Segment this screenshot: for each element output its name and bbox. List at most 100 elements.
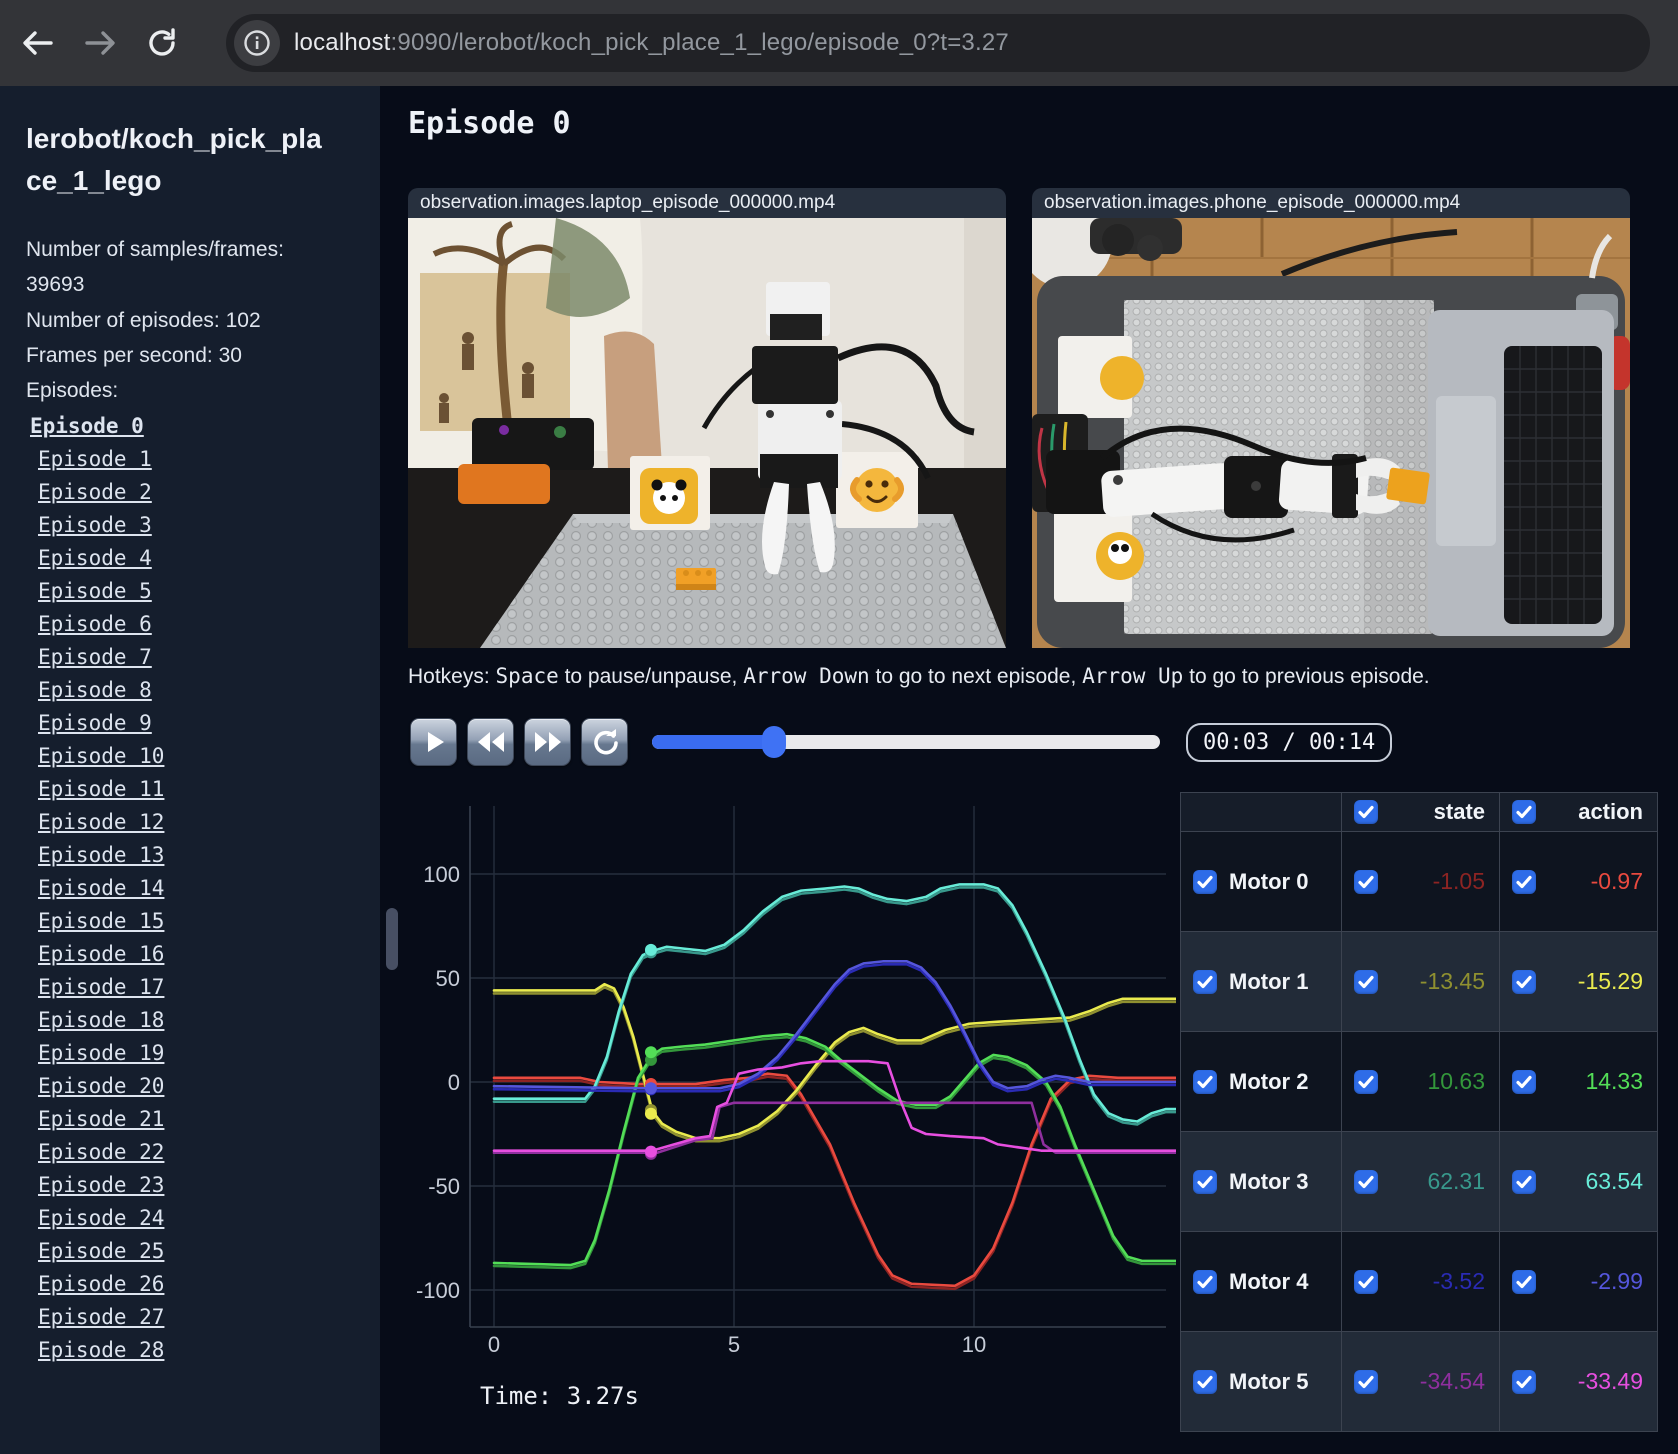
reload-button[interactable] xyxy=(138,19,186,67)
episode-link-25[interactable]: Episode 25 xyxy=(26,1235,360,1268)
episode-link-11[interactable]: Episode 11 xyxy=(26,773,360,806)
play-button[interactable] xyxy=(410,718,457,766)
motor-label-cell: Motor 3 xyxy=(1181,1132,1341,1231)
motor-row-5: Motor 5 -34.54 -33.49 xyxy=(1181,1331,1657,1431)
motor-2-row-checkbox[interactable] xyxy=(1193,1069,1217,1094)
seek-slider-fill xyxy=(652,735,774,749)
motor-5-state-checkbox[interactable] xyxy=(1354,1369,1378,1394)
episode-link-5[interactable]: Episode 5 xyxy=(26,575,360,608)
motor-1-state-value: -13.45 xyxy=(1419,968,1485,994)
episode-link-23[interactable]: Episode 23 xyxy=(26,1169,360,1202)
table-header-row: state action xyxy=(1181,793,1657,831)
motor-1-action-value: -15.29 xyxy=(1577,968,1643,994)
motor-5-action-cell: -33.49 xyxy=(1499,1332,1657,1431)
table-header-empty-cell xyxy=(1181,793,1341,831)
episode-link-12[interactable]: Episode 12 xyxy=(26,806,360,839)
motor-0-row-checkbox[interactable] xyxy=(1193,869,1217,894)
loop-button[interactable] xyxy=(581,718,628,766)
episode-link-27[interactable]: Episode 27 xyxy=(26,1301,360,1334)
samples-count: Number of samples/frames: 39693 xyxy=(26,238,284,297)
motor-row-1: Motor 1 -13.45 -15.29 xyxy=(1181,931,1657,1031)
forward-button[interactable] xyxy=(76,19,124,67)
fast-forward-button[interactable] xyxy=(524,718,571,766)
rewind-icon xyxy=(477,732,504,752)
motor-5-action-checkbox[interactable] xyxy=(1512,1369,1536,1394)
motor-1-action-checkbox[interactable] xyxy=(1512,969,1536,994)
episode-link-21[interactable]: Episode 21 xyxy=(26,1103,360,1136)
episode-link-20[interactable]: Episode 20 xyxy=(26,1070,360,1103)
episode-link-17[interactable]: Episode 17 xyxy=(26,971,360,1004)
motor-3-state-checkbox[interactable] xyxy=(1354,1169,1378,1194)
motor-2-state-checkbox[interactable] xyxy=(1354,1069,1378,1094)
motor-name: Motor 1 xyxy=(1229,968,1309,994)
motor-4-row-checkbox[interactable] xyxy=(1193,1269,1217,1294)
episode-link-19[interactable]: Episode 19 xyxy=(26,1037,360,1070)
episode-link-28[interactable]: Episode 28 xyxy=(26,1334,360,1367)
scrollbar-thumb[interactable] xyxy=(386,908,398,970)
site-info-button[interactable] xyxy=(234,20,280,66)
motor-label-cell: Motor 1 xyxy=(1181,932,1341,1031)
table-header-state: state xyxy=(1341,793,1499,831)
motor-0-state-cell: -1.05 xyxy=(1341,832,1499,931)
check-icon xyxy=(1197,1375,1213,1388)
motor-4-action-checkbox[interactable] xyxy=(1512,1269,1536,1294)
episode-link-8[interactable]: Episode 8 xyxy=(26,674,360,707)
motor-3-state-cell: 62.31 xyxy=(1341,1132,1499,1231)
motor-label-cell: Motor 5 xyxy=(1181,1332,1341,1431)
episodes-label: Episodes: xyxy=(26,379,119,403)
motor-4-state-checkbox[interactable] xyxy=(1354,1269,1378,1294)
url-bar[interactable]: localhost:9090/lerobot/koch_pick_place_1… xyxy=(226,14,1650,72)
episode-link-0[interactable]: Episode 0 xyxy=(26,410,360,443)
episode-link-9[interactable]: Episode 9 xyxy=(26,707,360,740)
state-column-checkbox[interactable] xyxy=(1354,800,1378,824)
episode-link-18[interactable]: Episode 18 xyxy=(26,1004,360,1037)
episode-link-15[interactable]: Episode 15 xyxy=(26,905,360,938)
motor-3-state-value: 62.31 xyxy=(1427,1168,1485,1194)
check-icon xyxy=(1197,1175,1213,1188)
motor-2-state-cell: 10.63 xyxy=(1341,1032,1499,1131)
episode-link-1[interactable]: Episode 1 xyxy=(26,443,360,476)
episode-link-26[interactable]: Episode 26 xyxy=(26,1268,360,1301)
motor-1-row-checkbox[interactable] xyxy=(1193,969,1217,994)
back-button[interactable] xyxy=(14,19,62,67)
episode-link-6[interactable]: Episode 6 xyxy=(26,608,360,641)
episode-link-4[interactable]: Episode 4 xyxy=(26,542,360,575)
episode-link-3[interactable]: Episode 3 xyxy=(26,509,360,542)
player-controls: 00:03 / 00:14 xyxy=(410,714,1393,770)
back-arrow-icon xyxy=(23,31,53,55)
state-column-label: state xyxy=(1433,799,1485,824)
episode-link-22[interactable]: Episode 22 xyxy=(26,1136,360,1169)
hotkey-name: Arrow Down xyxy=(743,664,870,688)
motor-row-0: Motor 0 -1.05 -0.97 xyxy=(1181,831,1657,931)
motor-2-action-checkbox[interactable] xyxy=(1512,1069,1536,1094)
episode-link-7[interactable]: Episode 7 xyxy=(26,641,360,674)
motor-0-action-checkbox[interactable] xyxy=(1512,869,1536,894)
motor-chart[interactable]: 100 50 0 -50 -100 0 5 10 xyxy=(416,792,1177,1372)
rewind-button[interactable] xyxy=(467,718,514,766)
seek-slider[interactable] xyxy=(652,726,1160,758)
check-icon xyxy=(1197,1075,1213,1088)
info-icon xyxy=(244,30,270,56)
video-laptop-frame[interactable] xyxy=(408,218,1006,648)
episode-link-2[interactable]: Episode 2 xyxy=(26,476,360,509)
video-title: observation.images.phone_episode_000000.… xyxy=(1032,188,1630,218)
episode-link-10[interactable]: Episode 10 xyxy=(26,740,360,773)
motor-name: Motor 5 xyxy=(1229,1368,1309,1394)
seek-slider-thumb[interactable] xyxy=(761,726,786,758)
episode-link-16[interactable]: Episode 16 xyxy=(26,938,360,971)
action-column-checkbox[interactable] xyxy=(1512,800,1536,824)
motor-0-state-checkbox[interactable] xyxy=(1354,869,1378,894)
motor-0-action-cell: -0.97 xyxy=(1499,832,1657,931)
episode-link-24[interactable]: Episode 24 xyxy=(26,1202,360,1235)
video-phone-frame[interactable] xyxy=(1032,218,1630,648)
forward-arrow-icon xyxy=(85,31,115,55)
episode-link-13[interactable]: Episode 13 xyxy=(26,839,360,872)
motor-1-state-checkbox[interactable] xyxy=(1354,969,1378,994)
svg-text:-100: -100 xyxy=(416,1278,460,1303)
loop-icon xyxy=(593,729,618,755)
episode-link-14[interactable]: Episode 14 xyxy=(26,872,360,905)
svg-text:100: 100 xyxy=(423,862,460,887)
motor-3-row-checkbox[interactable] xyxy=(1193,1169,1217,1194)
motor-5-row-checkbox[interactable] xyxy=(1193,1369,1217,1394)
motor-3-action-checkbox[interactable] xyxy=(1512,1169,1536,1194)
